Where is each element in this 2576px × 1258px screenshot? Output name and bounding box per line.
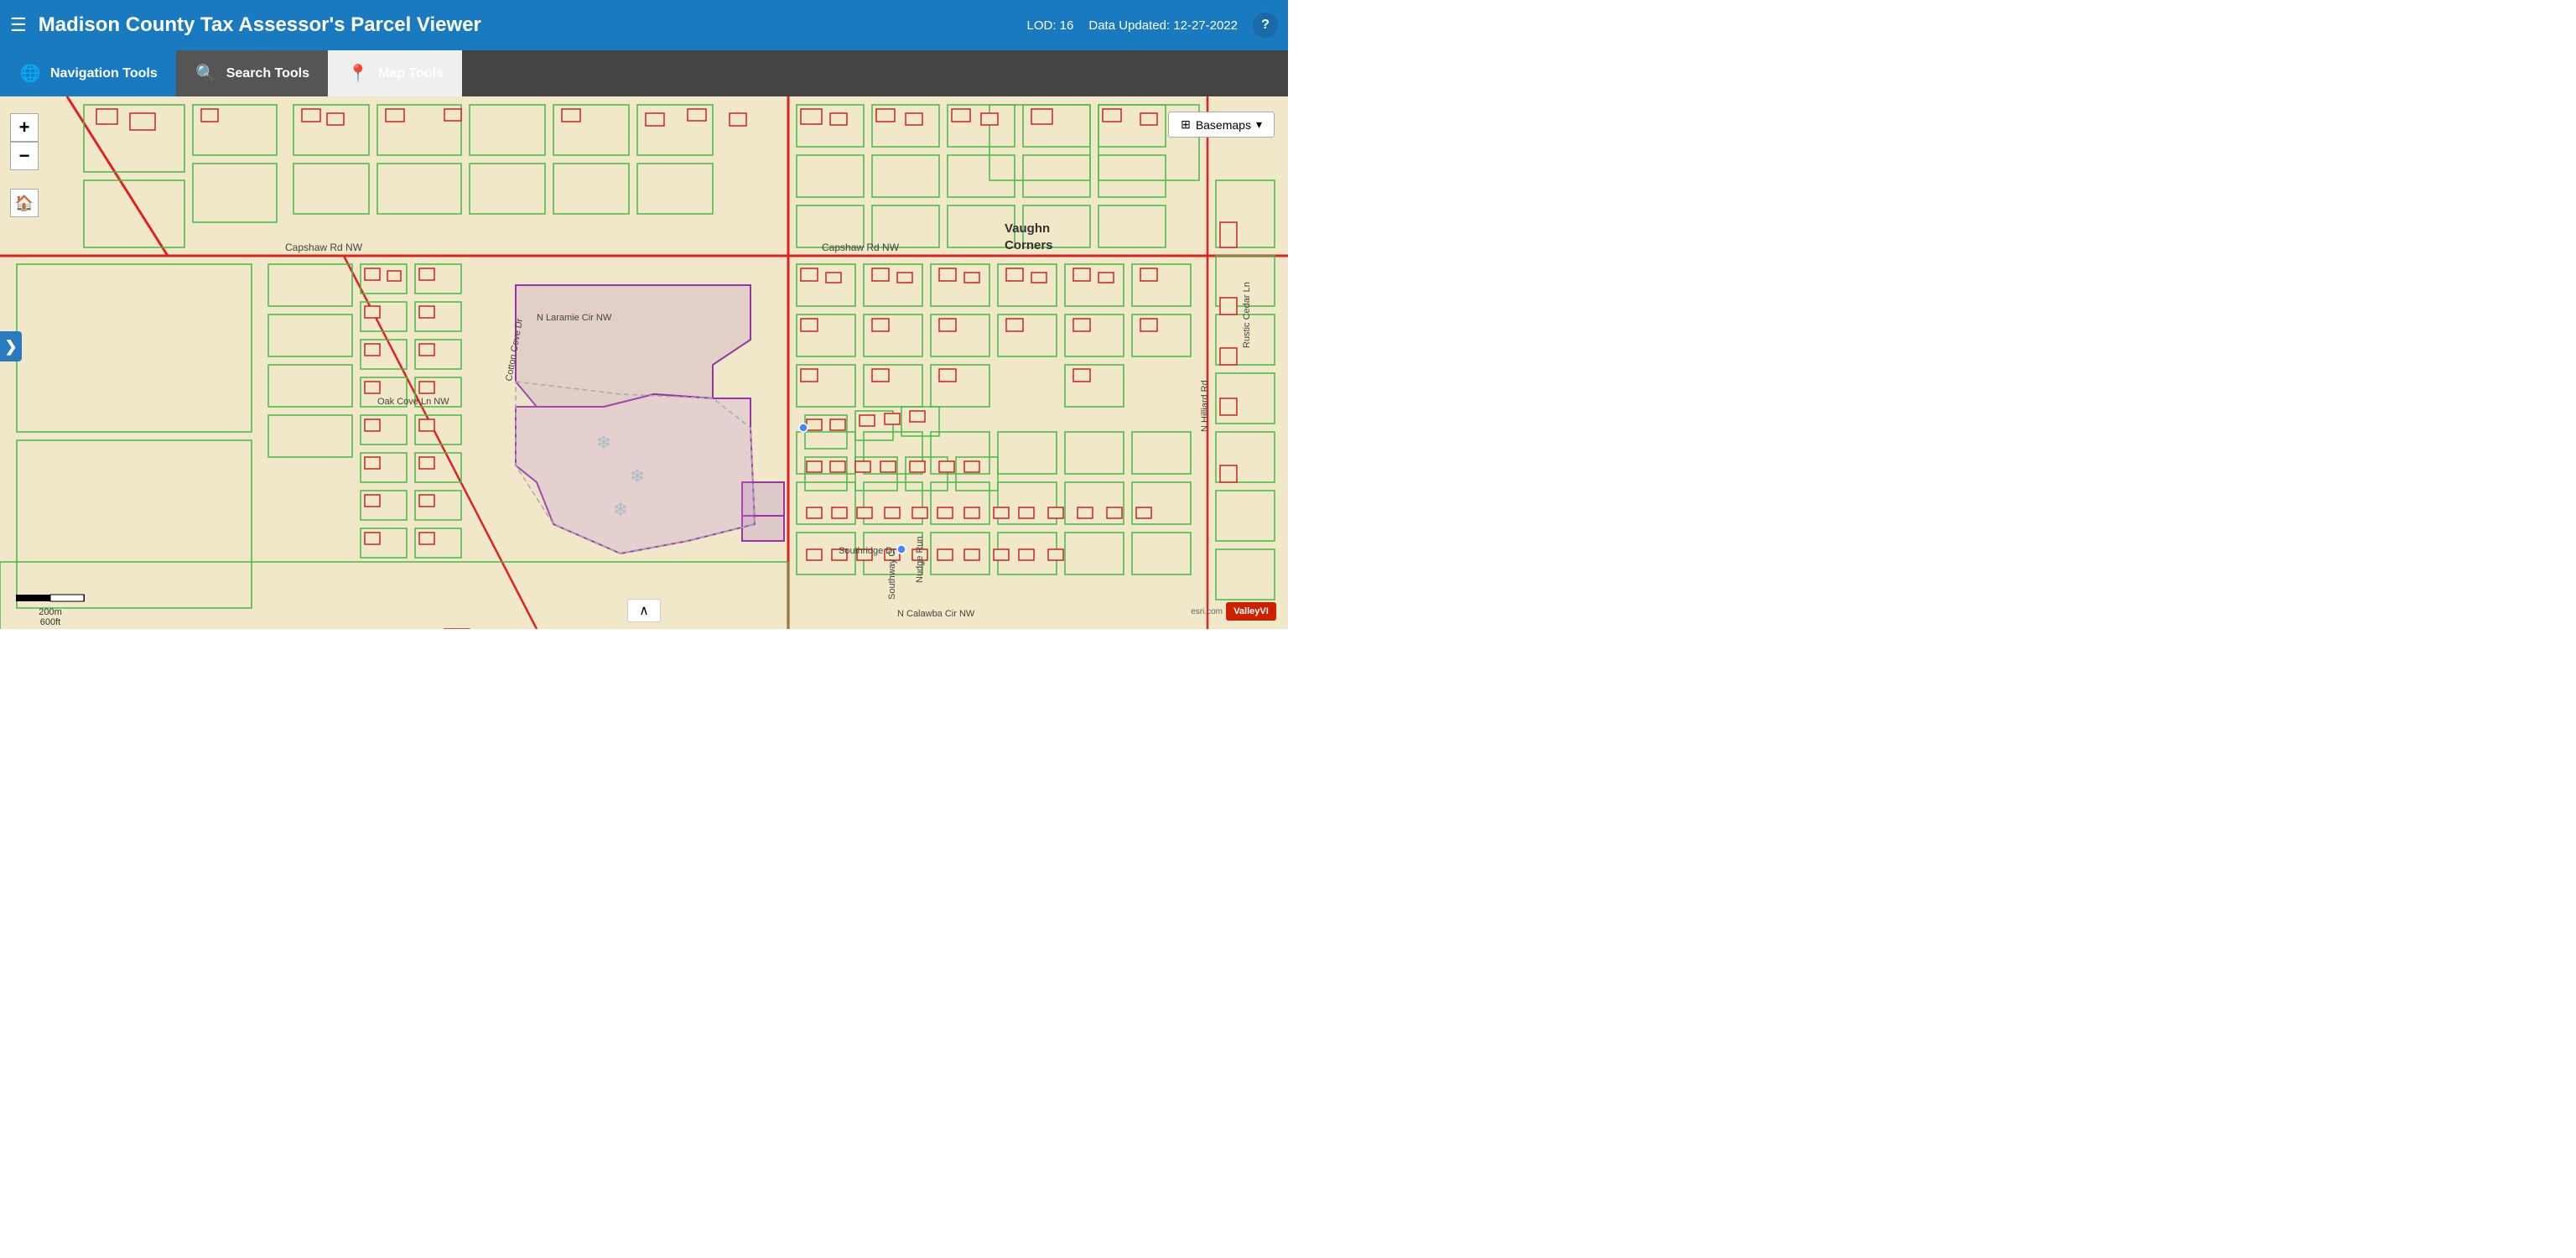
navigation-tools-button[interactable]: 🌐 Navigation Tools [0,50,176,96]
home-control: 🏠 [10,189,39,217]
expand-panel: ❯ [0,331,22,361]
svg-text:N Hilliard Rd: N Hilliard Rd [1200,380,1210,432]
watermark: esri.com ValleyVI [1191,602,1276,621]
map-tools-label: Map Tools [378,66,444,81]
svg-text:Rustic Cedar Ln: Rustic Cedar Ln [1242,282,1252,348]
globe-icon: 🌐 [18,62,42,86]
svg-text:Capshaw Rd NW: Capshaw Rd NW [822,242,900,253]
app-title: Madison County Tax Assessor's Parcel Vie… [39,13,1027,37]
help-button[interactable]: ? [1253,13,1278,38]
basemaps-control: ⊞ Basemaps ▾ [1168,112,1275,138]
header: ☰ Madison County Tax Assessor's Parcel V… [0,0,1288,50]
scroll-up-button[interactable]: ∧ [627,599,661,622]
basemaps-label: Basemaps [1196,118,1251,132]
scroll-up-control: ∧ [627,599,661,622]
svg-text:Nudge Run: Nudge Run [915,536,925,583]
basemaps-grid-icon: ⊞ [1181,117,1191,132]
svg-text:Corners: Corners [1005,238,1053,252]
svg-text:600ft: 600ft [40,617,60,627]
map-container[interactable]: ❄ ❄ ❄ Capshaw Rd NW Capshaw Rd NW NE McC… [0,96,1288,629]
home-button[interactable]: 🏠 [10,189,39,217]
basemaps-button[interactable]: ⊞ Basemaps ▾ [1168,112,1275,138]
search-icon: 🔍 [195,62,218,86]
svg-text:200m: 200m [39,607,62,617]
chevron-down-icon: ▾ [1256,117,1262,132]
svg-text:❄: ❄ [596,432,611,453]
svg-text:N Calawba Cir NW: N Calawba Cir NW [897,609,975,619]
data-updated-info: Data Updated: 12-27-2022 [1088,18,1238,33]
svg-text:❄: ❄ [613,499,628,520]
zoom-out-button[interactable]: − [10,142,39,170]
zoom-in-button[interactable]: + [10,113,39,142]
nav-tools-label: Navigation Tools [50,66,158,81]
search-tools-button[interactable]: 🔍 Search Tools [176,50,328,96]
toolbar: 🌐 Navigation Tools 🔍 Search Tools 📍 Map … [0,50,1288,96]
lod-info: LOD: 16 [1026,18,1073,33]
valley-logo: ValleyVI [1226,602,1276,621]
expand-button[interactable]: ❯ [0,331,22,361]
map-tools-button[interactable]: 📍 Map Tools [328,50,462,96]
svg-text:N Laramie Cir NW: N Laramie Cir NW [537,313,612,323]
esri-credit: esri.com [1191,607,1223,616]
menu-icon[interactable]: ☰ [10,16,27,34]
map-svg: ❄ ❄ ❄ Capshaw Rd NW Capshaw Rd NW NE McC… [0,96,1288,629]
svg-text:Oak Cove Ln NW: Oak Cove Ln NW [377,397,449,407]
svg-text:❄: ❄ [630,465,645,486]
svg-text:Southway C: Southway C [887,550,897,600]
zoom-controls: + − [10,113,39,170]
search-tools-label: Search Tools [226,66,309,81]
svg-text:Vaughn: Vaughn [1005,221,1050,236]
map-pin-icon: 📍 [346,62,370,86]
svg-text:Capshaw Rd NW: Capshaw Rd NW [285,242,363,253]
